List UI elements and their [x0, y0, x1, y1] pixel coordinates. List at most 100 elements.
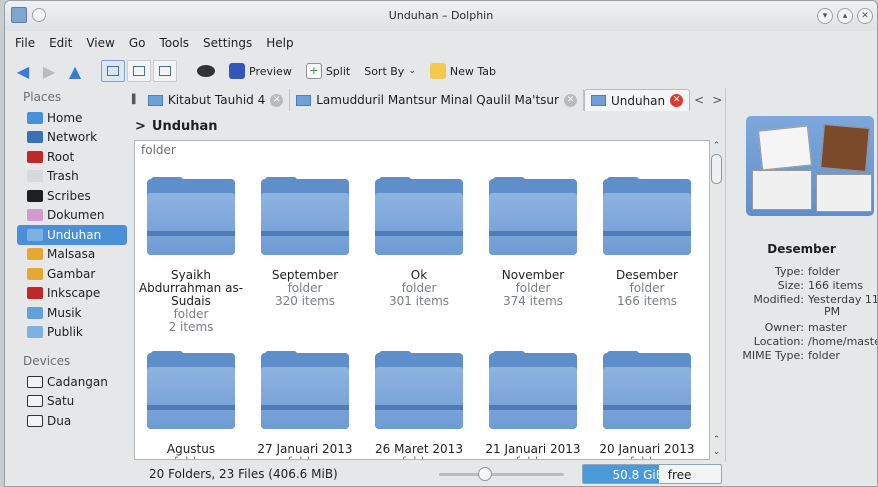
device-item-satu[interactable]: Satu	[17, 392, 127, 412]
free-space-text: 50.8 GiB free	[583, 468, 721, 482]
split-label: Split	[325, 64, 351, 78]
places-item-trash[interactable]: Trash	[17, 167, 127, 187]
trash-icon	[27, 170, 43, 183]
close-button[interactable]: ✕	[857, 8, 873, 24]
places-item-malsasa[interactable]: Malsasa	[17, 245, 127, 265]
places-item-label: Musik	[47, 305, 82, 320]
icons-view-button[interactable]	[101, 60, 125, 82]
new-tab-button[interactable]: New Tab	[424, 59, 502, 83]
breadcrumb[interactable]: > Unduhan	[129, 115, 218, 137]
main-toolbar: ◀ ▶ ▲ Preview + Split Sort By ⌄ New Tab	[5, 56, 877, 86]
folder-icon	[489, 177, 577, 255]
places-item-label: Gambar	[47, 266, 96, 281]
scroll-down-icon[interactable]: ⌄	[710, 446, 723, 458]
places-item-root[interactable]: Root	[17, 147, 127, 167]
breadcrumb-current[interactable]: Unduhan	[152, 119, 218, 134]
close-tab-icon[interactable]: ✕	[270, 93, 284, 107]
folder-item[interactable]: 20 Januari 2013folder	[592, 351, 702, 459]
folder-item[interactable]: Syaikh Abdurrahman as-Sudais folder 2 item…	[136, 177, 246, 334]
folder-item[interactable]: Agustusfolder	[136, 351, 246, 460]
info-value: folder	[808, 265, 840, 278]
info-value: 166 items	[808, 279, 864, 292]
tab-scroll-left-icon[interactable]: ▌	[129, 95, 142, 105]
dolphin-window: Unduhan – Dolphin ▾ ▴ ✕ File Edit View G…	[4, 0, 878, 487]
folder-icon	[147, 177, 235, 255]
folder-item[interactable]: September folder 320 items	[250, 177, 360, 308]
info-key: Size:	[777, 279, 804, 292]
folder-item[interactable]: Ok folder 301 items	[364, 177, 474, 308]
menu-settings[interactable]: Settings	[197, 36, 260, 50]
vertical-scrollbar[interactable]: ⌃ ⌃ ⌄	[710, 140, 723, 460]
info-value: /home/master/Un	[808, 335, 877, 348]
menu-edit[interactable]: Edit	[43, 36, 80, 50]
split-button[interactable]: + Split	[300, 59, 356, 83]
tab-scroll-right-arrow-icon[interactable]: >	[708, 93, 726, 107]
places-item-network[interactable]: Network	[17, 128, 127, 148]
tab-unduhan[interactable]: Unduhan ✕	[583, 89, 691, 111]
menu-bar: File Edit View Go Tools Settings Help	[5, 32, 877, 54]
tab-kitabut-tauhid[interactable]: Kitabut Tauhid 4 ✕	[142, 89, 291, 111]
folder-item[interactable]: Desember folder 166 items	[592, 177, 702, 308]
device-item-dua[interactable]: Dua	[17, 411, 127, 431]
info-key: Owner:	[764, 321, 804, 334]
menu-file[interactable]: File	[9, 36, 43, 50]
device-item-cadangan[interactable]: Cadangan	[17, 372, 127, 392]
menu-go[interactable]: Go	[123, 36, 154, 50]
places-item-gambar[interactable]: Gambar	[17, 264, 127, 284]
find-button[interactable]	[191, 59, 221, 83]
gambar-icon	[27, 267, 43, 280]
close-tab-icon[interactable]: ✕	[563, 93, 577, 107]
places-item-publik[interactable]: Publik	[17, 323, 127, 343]
back-arrow-icon[interactable]: ◀	[11, 59, 35, 83]
network-icon	[27, 131, 43, 144]
places-item-musik[interactable]: Musik	[17, 303, 127, 323]
close-tab-icon[interactable]: ✕	[670, 94, 684, 107]
sort-by-button[interactable]: Sort By ⌄	[358, 59, 422, 83]
scrollbar-thumb[interactable]	[711, 154, 722, 184]
places-item-label: Trash	[47, 169, 79, 184]
places-header: Places	[23, 90, 62, 104]
scroll-up-icon[interactable]: ⌃	[710, 140, 723, 152]
places-item-dokumen[interactable]: Dokumen	[17, 206, 127, 226]
info-value: master	[808, 321, 847, 334]
zoom-slider[interactable]	[439, 467, 564, 481]
tab-bar: ▌ Kitabut Tauhid 4 ✕ Lamudduril Mantsur M…	[129, 88, 722, 112]
preview-label: Preview	[249, 64, 292, 78]
drive-icon	[27, 414, 43, 427]
folder-type: folder	[136, 456, 246, 460]
sort-by-label: Sort By	[364, 64, 405, 78]
folder-item[interactable]: 27 Januari 2013folder	[250, 351, 360, 459]
file-view[interactable]: folder Syaikh Abdurrahman as-Sudais folde…	[134, 140, 710, 460]
tab-lamudduril[interactable]: Lamudduril Mantsur Minal Qaulil Ma'tsur ✕	[290, 89, 584, 111]
tab-scroll-left-arrow-icon[interactable]: <	[690, 93, 708, 107]
title-bar[interactable]: Unduhan – Dolphin ▾ ▴ ✕	[5, 1, 877, 31]
folder-item[interactable]: 21 Januari 2013folder	[478, 351, 588, 459]
places-item-home[interactable]: Home	[17, 108, 127, 128]
compact-view-button[interactable]	[127, 60, 151, 82]
places-item-unduhan[interactable]: Unduhan	[17, 225, 127, 245]
minimize-button[interactable]: ▾	[817, 8, 833, 24]
info-key: Modified:	[753, 293, 804, 306]
malsasa-icon	[27, 248, 43, 261]
maximize-button[interactable]: ▴	[837, 8, 853, 24]
forward-arrow-icon[interactable]: ▶	[37, 59, 61, 83]
free-amount: 50.8 GiB	[612, 468, 664, 482]
up-arrow-icon[interactable]: ▲	[63, 59, 87, 83]
zoom-slider-handle[interactable]	[477, 467, 492, 481]
folder-item[interactable]: November folder 374 items	[478, 177, 588, 308]
places-item-scribes[interactable]: Scribes	[17, 186, 127, 206]
info-value: folder	[808, 349, 840, 362]
preview-button[interactable]: Preview	[223, 59, 298, 83]
scroll-up-icon[interactable]: ⌃	[710, 434, 723, 446]
places-item-inkscape[interactable]: Inkscape	[17, 284, 127, 304]
drive-icon	[27, 375, 43, 388]
folder-count: 301 items	[388, 294, 450, 308]
details-view-button[interactable]	[153, 60, 177, 82]
places-item-label: Malsasa	[47, 247, 96, 262]
menu-tools[interactable]: Tools	[153, 36, 197, 50]
menu-help[interactable]: Help	[260, 36, 301, 50]
menu-view[interactable]: View	[80, 36, 122, 50]
folder-item[interactable]: 26 Maret 2013folder	[364, 351, 474, 459]
info-item-name: Desember	[767, 242, 836, 256]
places-item-label: Network	[47, 130, 98, 145]
